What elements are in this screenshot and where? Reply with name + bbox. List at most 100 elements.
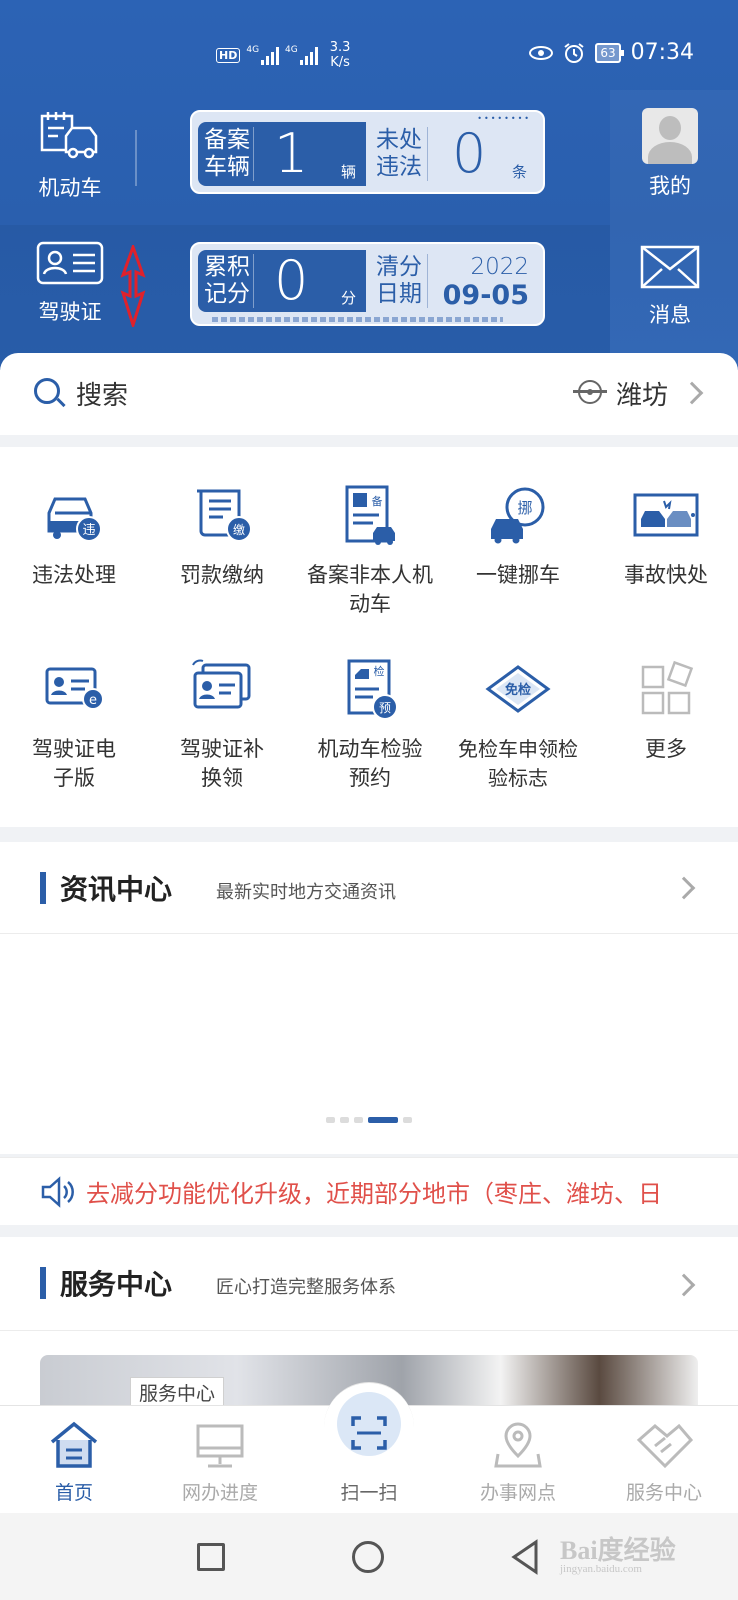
chevron-right-icon[interactable]: [672, 876, 696, 900]
icon-text-bei: 备: [372, 494, 383, 508]
banner-tag: 服务中心: [130, 1377, 225, 1408]
vehicle-doc-icon: [40, 112, 98, 159]
car-violation-icon: 违: [47, 497, 102, 542]
nav-service-points[interactable]: 办事网点: [448, 1420, 588, 1505]
service-label: 一键挪车: [476, 563, 560, 587]
location-pin-icon: [494, 1422, 542, 1468]
status-bar: HD 4G 4G 3.3 K/s 63 07:34: [0, 30, 738, 76]
service-accident[interactable]: 事故快处: [592, 483, 738, 590]
section-bar: [40, 872, 46, 904]
vehicle-plate-card[interactable]: •••••••• 备案车辆 1 辆 未处违法 0 条: [190, 110, 545, 194]
monitor-icon: [196, 1424, 244, 1468]
service-license-replace[interactable]: 驾驶证补换领: [148, 657, 296, 793]
nav-home[interactable]: 首页: [4, 1420, 144, 1505]
clear-date-key: 清分日期: [366, 254, 428, 308]
recents-button[interactable]: [197, 1543, 225, 1571]
scan-icon: [351, 1416, 387, 1450]
signal-2: 4G: [285, 45, 318, 65]
license-button[interactable]: 驾驶证: [30, 240, 110, 326]
license-plate-card[interactable]: 累积记分 0 分 清分日期 2022 09-05: [190, 242, 545, 326]
nav-service-center[interactable]: 服务中心: [594, 1420, 734, 1505]
message-button[interactable]: 消息: [632, 245, 708, 329]
service-label: 违法处理: [32, 563, 116, 587]
accident-icon: [633, 493, 699, 537]
nav-scan[interactable]: 扫一扫: [299, 1408, 439, 1505]
chevron-right-icon[interactable]: [672, 1273, 696, 1297]
nav-label: 扫一扫: [340, 1482, 398, 1504]
service-fine-payment[interactable]: 缴 罚款缴纳: [148, 483, 296, 590]
notice-text: 去减分功能优化升级，近期部分地市（枣庄、潍坊、日: [86, 1180, 662, 1208]
news-carousel[interactable]: [0, 934, 738, 1154]
registered-vehicles: 备案车辆 1 辆: [198, 122, 366, 186]
bottom-nav: 首页 网办进度 扫一扫 办事网点 服务中心: [0, 1382, 738, 1513]
header: HD 4G 4G 3.3 K/s 63 07:34 机动车 驾驶证 ••••••…: [0, 0, 738, 370]
registered-vehicles-unit: 辆: [340, 163, 356, 181]
carousel-dot: [354, 1117, 363, 1123]
signal-1: 4G: [246, 45, 280, 65]
license-replace-icon: [192, 659, 251, 709]
crosshair-icon: [573, 380, 607, 404]
pending-violations-key: 未处违法: [366, 127, 428, 181]
vehicle-registration-icon: 备: [345, 485, 395, 545]
service-more[interactable]: 更多: [592, 657, 738, 764]
service-e-license[interactable]: e 驾驶证电子版: [0, 657, 148, 793]
mine-label: 我的: [649, 174, 691, 198]
search-input[interactable]: 搜索: [76, 375, 128, 412]
service-exempt-inspection[interactable]: 免检 免检车申领检验标志: [444, 657, 592, 793]
service-center-header[interactable]: 服务中心 匠心打造完整服务体系: [0, 1237, 738, 1331]
back-button[interactable]: [510, 1539, 540, 1575]
pending-violations-value: 0: [452, 122, 487, 185]
vehicle-button[interactable]: 机动车: [30, 110, 110, 202]
service-center-subtitle: 匠心打造完整服务体系: [216, 1277, 396, 1298]
city-selector[interactable]: 潍坊: [616, 375, 668, 412]
carousel-dot: [340, 1117, 349, 1123]
vehicle-label: 机动车: [38, 176, 102, 200]
search-icon: [34, 378, 60, 404]
plate-inner: 累积记分 0 分 清分日期 2022 09-05: [198, 250, 537, 312]
service-label: 更多: [645, 737, 687, 761]
service-center-title: 服务中心: [60, 1268, 173, 1301]
service-move-car[interactable]: 挪 一键挪车: [444, 483, 592, 590]
accumulated-points-value: 0: [274, 249, 309, 312]
registered-vehicles-value: 1: [274, 122, 309, 185]
service-violation-handling[interactable]: 违 违法处理: [0, 483, 148, 590]
fine-payment-icon: 缴: [197, 489, 252, 542]
home-icon: [50, 1421, 98, 1468]
section-bar: [40, 1267, 46, 1299]
pending-violations-unit: 条: [511, 163, 527, 181]
pending-violations: 未处违法 0 条: [366, 122, 537, 186]
chevron-right-icon[interactable]: [680, 381, 704, 405]
swap-arrow-icon: [120, 245, 146, 327]
service-label: 驾驶证补换领: [180, 737, 264, 790]
more-grid-icon: [641, 660, 694, 715]
search-bar[interactable]: 搜索 潍坊: [0, 353, 738, 435]
news-title: 资讯中心: [60, 873, 173, 906]
license-label: 驾驶证: [38, 300, 102, 324]
icon-text-jian: 检: [374, 664, 385, 678]
plate-inner: 备案车辆 1 辆 未处违法 0 条: [198, 122, 537, 186]
news-subtitle: 最新实时地方交通资讯: [216, 882, 396, 903]
mine-button[interactable]: 我的: [638, 108, 702, 200]
notice-bar[interactable]: 去减分功能优化升级，近期部分地市（枣庄、潍坊、日: [0, 1157, 738, 1225]
nav-progress[interactable]: 网办进度: [150, 1420, 290, 1505]
exempt-inspection-icon: 免检: [485, 665, 551, 713]
inspection-booking-icon: 检 预: [347, 659, 398, 720]
nav-label: 网办进度: [181, 1482, 258, 1504]
service-register-vehicle[interactable]: 备 备案非本人机动车: [296, 483, 444, 619]
signal-bars-icon: [261, 45, 280, 65]
network-status: HD 4G 4G 3.3 K/s: [216, 40, 350, 70]
eye-comfort-icon: [529, 45, 554, 60]
service-label: 事故快处: [624, 563, 708, 587]
service-inspection-booking[interactable]: 检 预 机动车检验预约: [296, 657, 444, 793]
home-button[interactable]: [352, 1541, 384, 1573]
clear-date: 清分日期 2022 09-05: [366, 250, 537, 312]
news-center-header[interactable]: 资讯中心 最新实时地方交通资讯: [0, 842, 738, 934]
nav-label: 服务中心: [625, 1482, 702, 1504]
carousel-dot: [403, 1117, 412, 1123]
clear-date-day: 09-05: [442, 280, 529, 311]
header-divider: [135, 130, 137, 186]
alarm-icon: [564, 42, 584, 63]
service-label: 机动车检验预约: [317, 737, 423, 790]
speed-value: 3.3: [329, 40, 351, 55]
network-speed: 3.3 K/s: [330, 40, 351, 70]
